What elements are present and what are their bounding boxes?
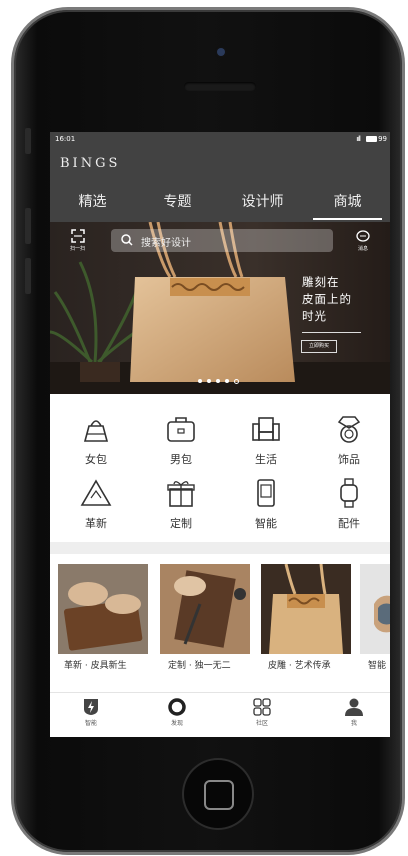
feature-image bbox=[261, 563, 351, 654]
feature-card-smart[interactable] bbox=[360, 564, 390, 654]
top-tabs: 精选 专题 设计师 商城 bbox=[50, 190, 390, 220]
search-icon bbox=[121, 234, 133, 246]
nav-label: 智能 bbox=[84, 720, 97, 727]
status-time: 16:01 bbox=[55, 135, 76, 143]
tab-mall[interactable]: 商城 bbox=[305, 190, 390, 220]
scan-label: 扫一扫 bbox=[70, 246, 86, 252]
category-innovation[interactable]: 革新 bbox=[61, 478, 131, 531]
watch-icon bbox=[340, 478, 358, 508]
feature-card-custom[interactable] bbox=[160, 564, 250, 654]
category-label: 饰品 bbox=[338, 453, 360, 466]
nav-community[interactable]: 社区 bbox=[242, 698, 282, 727]
battery-percent: 99 bbox=[378, 135, 387, 143]
feature-image bbox=[360, 564, 390, 654]
category-accessories[interactable]: 配件 bbox=[314, 478, 384, 531]
signal-icon: ııll bbox=[356, 135, 361, 143]
status-bar: 16:01 ııll 99 bbox=[50, 132, 390, 146]
scan-button[interactable]: 扫一扫 bbox=[70, 229, 85, 252]
feature-image bbox=[160, 564, 250, 654]
carousel-dot[interactable] bbox=[225, 379, 229, 383]
feature-caption: 智能 bbox=[368, 661, 387, 671]
nav-label: 我 bbox=[350, 720, 357, 727]
category-label: 生活 bbox=[255, 453, 277, 466]
search-input[interactable]: 搜索好设计 bbox=[111, 229, 333, 252]
feature-card-carving[interactable] bbox=[261, 563, 351, 654]
carousel-dot-active[interactable] bbox=[234, 379, 239, 384]
feature-image bbox=[58, 564, 148, 654]
carousel-dot[interactable] bbox=[198, 379, 202, 383]
nav-smart[interactable]: 智能 bbox=[71, 698, 111, 727]
home-button[interactable] bbox=[184, 760, 252, 828]
tab-featured[interactable]: 精选 bbox=[50, 190, 135, 220]
category-women-bags[interactable]: 女包 bbox=[61, 414, 131, 467]
category-custom[interactable]: 定制 bbox=[146, 478, 216, 531]
grid-icon bbox=[253, 698, 271, 716]
category-label: 女包 bbox=[85, 453, 107, 466]
category-grid: 女包 男包 生活 饰品 革新 定制 智能 配件 bbox=[50, 394, 390, 542]
search-placeholder: 搜索好设计 bbox=[141, 238, 191, 249]
app-header: 16:01 ııll 99 BINGS 精选 专题 设计师 商城 bbox=[50, 132, 390, 222]
tab-topics[interactable]: 专题 bbox=[135, 190, 220, 220]
recycle-icon bbox=[80, 479, 112, 506]
category-label: 定制 bbox=[170, 517, 192, 530]
nav-label: 发现 bbox=[170, 720, 183, 727]
nav-me[interactable]: 我 bbox=[334, 698, 374, 727]
carousel-dot[interactable] bbox=[216, 379, 220, 383]
ring-icon bbox=[337, 416, 361, 443]
feature-caption: 皮雕 · 艺术传承 bbox=[268, 661, 331, 671]
nav-discover[interactable]: 发现 bbox=[157, 698, 197, 727]
message-button[interactable]: 消息 bbox=[356, 230, 370, 252]
carousel-dot[interactable] bbox=[207, 379, 211, 383]
category-label: 配件 bbox=[338, 517, 360, 530]
hero-banner[interactable]: 扫一扫 搜索好设计 消息 雕刻在 皮面上的 时光 立即购买 bbox=[50, 222, 390, 394]
message-label: 消息 bbox=[357, 246, 368, 252]
banner-tagline: 雕刻在 皮面上的 时光 bbox=[302, 274, 352, 325]
buy-now-button[interactable]: 立即购买 bbox=[301, 340, 337, 353]
bottom-nav: 智能 发现 社区 我 bbox=[50, 692, 390, 737]
tagline-line-2: 皮面上的 bbox=[302, 292, 352, 306]
tagline-divider bbox=[302, 332, 361, 333]
carousel-dots bbox=[198, 379, 239, 384]
discover-ring-icon bbox=[168, 698, 186, 716]
category-smart[interactable]: 智能 bbox=[231, 478, 301, 531]
category-life[interactable]: 生活 bbox=[231, 414, 301, 467]
earpiece-speaker bbox=[184, 82, 256, 91]
tagline-line-1: 雕刻在 bbox=[302, 275, 340, 289]
feature-caption: 定制 · 独一无二 bbox=[168, 661, 231, 671]
person-icon bbox=[345, 698, 363, 716]
bolt-shield-icon bbox=[84, 699, 98, 715]
category-men-bags[interactable]: 男包 bbox=[146, 414, 216, 467]
gift-icon bbox=[167, 481, 195, 507]
category-label: 男包 bbox=[170, 453, 192, 466]
feature-caption: 革新 · 皮具新生 bbox=[64, 661, 127, 671]
feature-card-innovation[interactable] bbox=[58, 564, 148, 654]
app-screen: 16:01 ııll 99 BINGS 精选 专题 设计师 商城 扫一扫 搜索好… bbox=[50, 132, 390, 737]
tagline-line-3: 时光 bbox=[302, 309, 327, 323]
chat-icon bbox=[356, 230, 370, 242]
device-icon bbox=[257, 479, 275, 507]
section-divider bbox=[50, 542, 390, 554]
briefcase-icon bbox=[167, 417, 195, 442]
category-label: 革新 bbox=[85, 517, 107, 530]
brand-logo: BINGS bbox=[60, 156, 121, 171]
scan-icon bbox=[70, 229, 85, 243]
category-jewelry[interactable]: 饰品 bbox=[314, 414, 384, 467]
category-label: 智能 bbox=[255, 517, 277, 530]
nav-label: 社区 bbox=[255, 720, 268, 727]
volume-down-button bbox=[25, 258, 31, 294]
mute-switch bbox=[25, 128, 31, 154]
battery-icon bbox=[366, 136, 377, 142]
tab-designers[interactable]: 设计师 bbox=[220, 190, 305, 220]
feature-strip: 革新 · 皮具新生 定制 · 独一无二 皮雕 · 艺术传承 智能 bbox=[50, 554, 390, 674]
handbag-icon bbox=[83, 420, 109, 442]
volume-up-button bbox=[25, 208, 31, 244]
front-camera bbox=[217, 48, 225, 56]
home-square-icon bbox=[204, 780, 234, 810]
sofa-icon bbox=[252, 417, 280, 441]
